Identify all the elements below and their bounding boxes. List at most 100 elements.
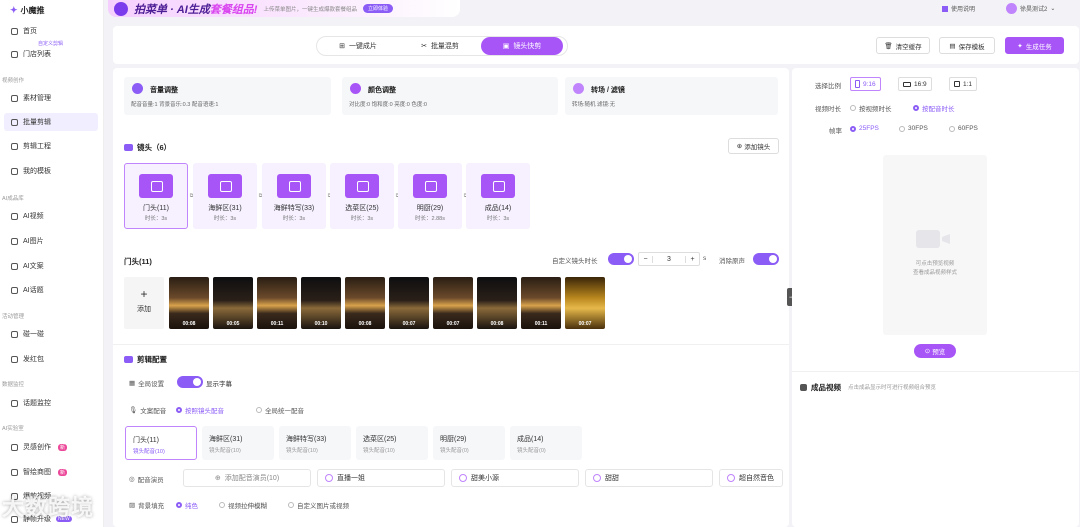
shot-card[interactable]: 成品(14) 时长：3s [466,163,530,229]
bg-option-solid[interactable]: 纯色 [176,500,198,510]
duration-stepper[interactable]: − 3 + [638,252,700,266]
voice-avatar-icon [459,474,467,482]
video-folder-icon [345,174,379,198]
sidebar-item-ai-topic[interactable]: AI话题 [4,281,98,299]
preview-button[interactable]: ⊙ 预览 [914,344,956,358]
sidebar-item-label: 素材管理 [23,95,51,102]
radio-unselected [850,105,856,111]
sidebar-item-home[interactable]: 首页 [4,22,98,40]
guide-label: 使用说明 [951,7,976,13]
portrait-icon [855,80,860,88]
sidebar-item-ai-copy[interactable]: AI文案 [4,257,98,275]
ratio-9-16[interactable]: 9:16 [850,77,881,91]
dub-option-per-shot[interactable]: 按照镜头配音 [176,405,224,415]
custom-duration-toggle[interactable] [608,253,634,265]
clip-thumb[interactable]: 00:05 [213,277,253,329]
add-voice-actor-button[interactable]: ⊕ 添加配音演员(10) [183,469,311,487]
generate-task-button[interactable]: ✦ 生成任务 [1005,37,1064,54]
ratio-value: 9:16 [863,80,876,88]
square-icon [954,81,960,87]
sidebar-item-projects[interactable]: 剪辑工程 [4,137,98,155]
shot-card[interactable]: 选菜区(25) 时长：3s [330,163,394,229]
shot-card[interactable]: 海鲜特写(33) 时长：3s [262,163,326,229]
tab-batch-mix[interactable]: ✂ 批量混剪 [399,37,481,55]
film-icon [11,142,18,150]
sidebar-item-tap[interactable]: 碰一碰 [4,325,98,343]
volume-adjust-card[interactable]: 音量调整 配音音量:1 背景音乐:0.3 配音语速:1 [124,77,331,115]
voice-actor-card[interactable]: 甜美小源 [451,469,579,487]
sidebar-item-label: 我的模板 [23,168,51,175]
subtitle-toggle[interactable] [177,376,203,388]
ratio-1-1[interactable]: 1:1 [949,77,978,91]
dur-option-video[interactable]: 按视频时长 [850,103,892,113]
sidebar-item-stores[interactable]: 门店列表 [4,45,98,63]
dur-option-dub[interactable]: 按配音时长 [913,103,955,113]
banner-try-button[interactable]: 立即体验 [362,4,393,13]
color-adjust-card[interactable]: 颜色调整 对比度:0 饱和度:0 亮度:0 色度:0 [342,77,558,115]
shot-name: 成品(14) [484,205,512,212]
clip-thumb[interactable]: 00:11 [521,277,561,329]
bg-option-custom[interactable]: 自定义图片或视频 [288,500,349,510]
fps-label: 帧率 [829,128,842,135]
sidebar-item-ai-video[interactable]: AI视频 [4,207,98,225]
clip-thumb[interactable]: 00:08 [477,277,517,329]
add-clip-button[interactable]: + 添加 [124,277,164,329]
clip-thumb[interactable]: 00:10 [301,277,341,329]
shot-card[interactable]: 明厨(29) 时长：2.88s [398,163,462,229]
tab-shot-quickcut[interactable]: ▣ 镜头快剪 [481,37,563,55]
dub-shot-card[interactable]: 海鲜特写(33) 镜头配音(10) [279,426,351,460]
promo-banner[interactable]: 拍菜单 · AI生成套餐组品! 上传菜单图片，一键生成爆款套餐组品 立即体验 [108,0,460,17]
clip-thumb[interactable]: 00:07 [389,277,429,329]
bg-option-blur[interactable]: 视频拉伸模糊 [219,500,267,510]
sidebar-item-smart-image[interactable]: 智绘商图新 [4,463,98,481]
new-badge: 新 [58,468,68,476]
add-shot-button[interactable]: ⊕ 添加镜头 [728,138,779,154]
clip-thumb[interactable]: 00:07 [565,277,605,329]
sidebar-item-label: 批量剪辑 [23,119,51,126]
sidebar-item-inspiration[interactable]: 灵感创作新 [4,438,98,456]
tab-one-click[interactable]: ⊞ 一键成片 [317,37,399,55]
sidebar-item-materials[interactable]: 素材管理 [4,89,98,107]
sidebar-item-templates[interactable]: 我的模板 [4,162,98,180]
store-icon [11,50,18,58]
sidebar-item-batch-edit[interactable]: 批量剪辑 [4,113,98,131]
minus-button[interactable]: − [639,255,653,263]
voice-actor-card[interactable]: 超自然音色 [719,469,783,487]
shot-card[interactable]: 门头(11) 时长：3s [124,163,188,229]
clip-thumb[interactable]: 00:11 [257,277,297,329]
clip-thumb[interactable]: 00:08 [345,277,385,329]
preview-area[interactable]: 可点击预览视频 查看成品视频样式 [883,155,987,335]
clear-cache-button[interactable]: 🗑 清空缓存 [876,37,930,54]
sidebar-item-ai-image[interactable]: AI图片 [4,232,98,250]
voice-icon: ◎ [129,476,135,483]
fps-30[interactable]: 30FPS [899,125,928,132]
dub-shot-card[interactable]: 海鲜区(31) 镜头配音(10) [202,426,274,460]
dub-shot-card[interactable]: 门头(11) 镜头配音(10) [125,426,197,460]
guide-link[interactable]: 使用说明 [942,4,975,13]
plus-button[interactable]: + [685,255,699,263]
user-menu[interactable]: 徐昊测试2 ⌄ [1006,3,1055,14]
fps-60[interactable]: 60FPS [949,125,978,132]
fps-25[interactable]: 25FPS [850,125,879,132]
dub-shot-card[interactable]: 选菜区(25) 镜头配音(10) [356,426,428,460]
clip-thumb[interactable]: 00:07 [433,277,473,329]
shot-card[interactable]: 海鲜区(31) 时长：3s [193,163,257,229]
radio-label: 按配音时长 [922,106,955,113]
film-icon: ▣ [502,43,510,50]
dub-shot-card[interactable]: 明厨(29) 镜头配音(0) [433,426,505,460]
save-template-button[interactable]: ▤ 保存模板 [939,37,995,54]
sidebar-item-topic-monitor[interactable]: 话题监控 [4,394,98,412]
sidebar-item-redpacket[interactable]: 发红包 [4,350,98,368]
voice-actor-card[interactable]: 甜甜 [585,469,713,487]
ratio-16-9[interactable]: 16:9 [898,77,932,91]
radio-unselected [288,502,294,508]
voice-actor-card[interactable]: 直播一姐 [317,469,445,487]
dub-shot-card[interactable]: 成品(14) 镜头配音(0) [510,426,582,460]
duration-value[interactable]: 3 [653,256,685,263]
mute-toggle[interactable] [753,253,779,265]
transition-filter-card[interactable]: 转场 / 滤镜 转场:随机 滤镜:无 [565,77,778,115]
radio-label: 自定义图片或视频 [297,503,349,510]
card-sub: 镜头配音(0) [517,448,546,454]
dub-option-global[interactable]: 全局统一配音 [256,405,304,415]
clip-thumb[interactable]: 00:08 [169,277,209,329]
